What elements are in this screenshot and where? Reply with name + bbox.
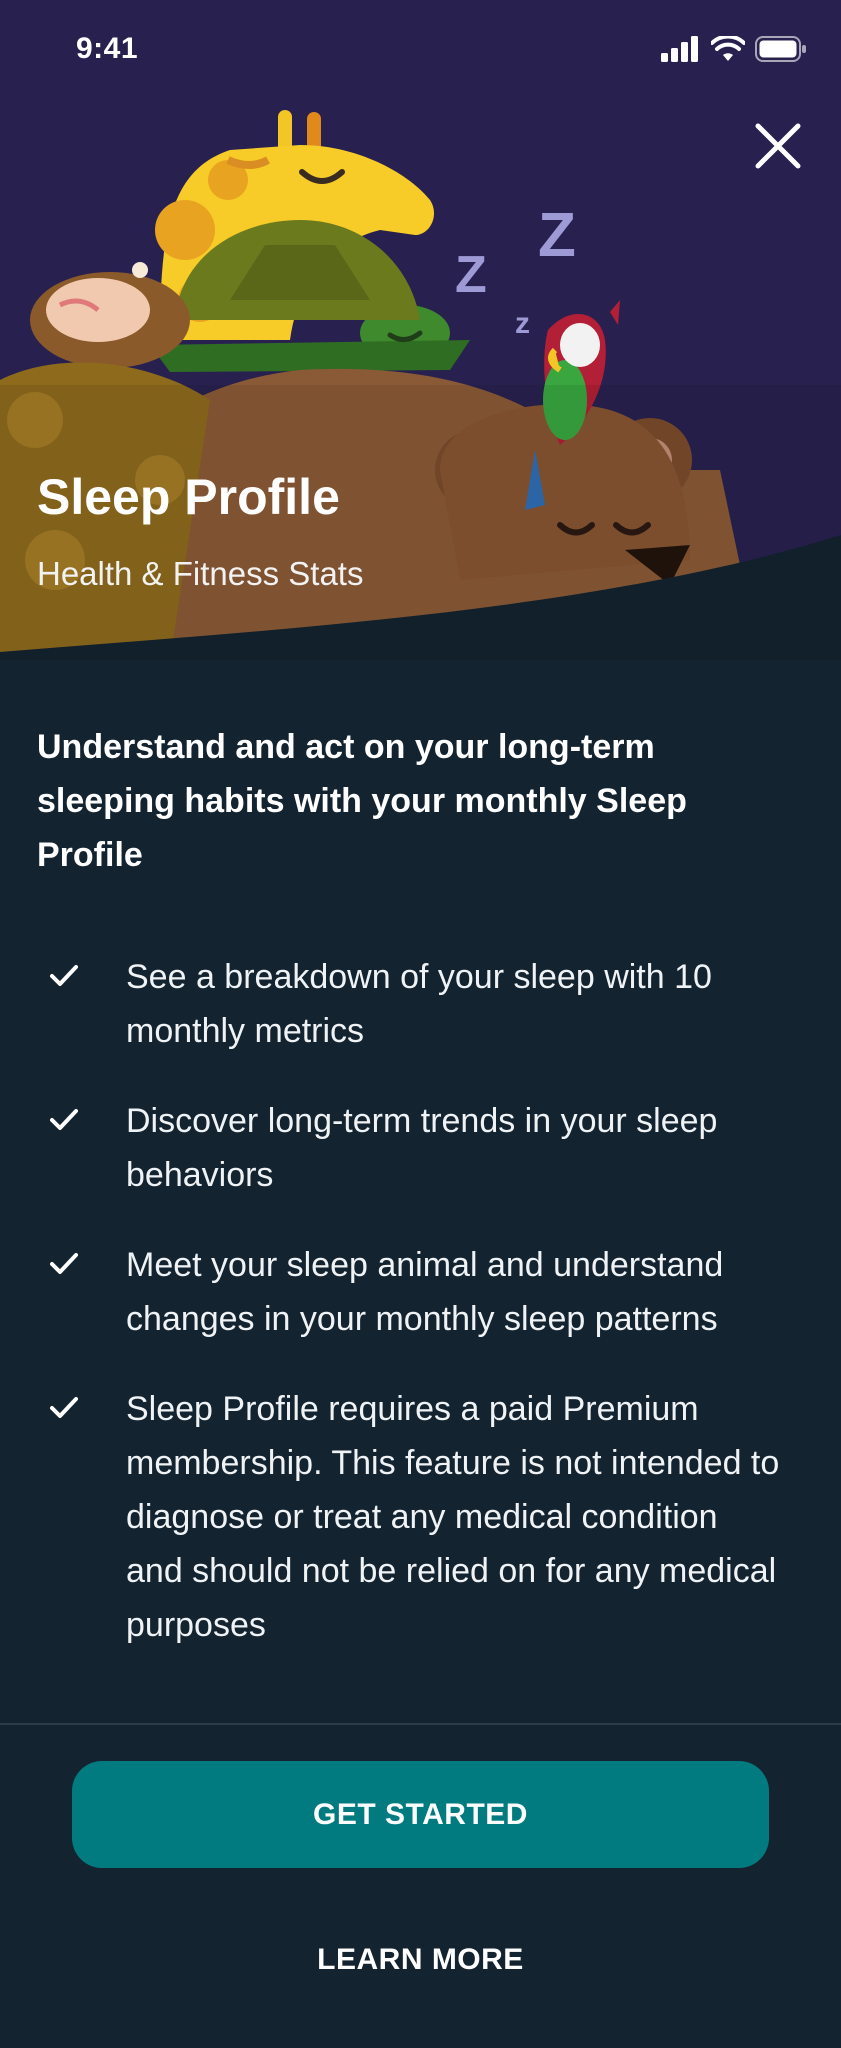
sleep-letter-large: Z bbox=[538, 201, 576, 270]
wifi-icon bbox=[711, 36, 745, 61]
learn-more-button[interactable]: LEARN MORE bbox=[220, 1930, 621, 1990]
checkmark-icon bbox=[50, 1397, 78, 1418]
sleep-letter-small: z bbox=[515, 307, 530, 340]
checkmark-icon bbox=[50, 1109, 78, 1130]
intro-text: Understand and act on your long-term sle… bbox=[37, 728, 687, 874]
close-icon bbox=[755, 123, 801, 169]
checkmark-icon bbox=[50, 965, 78, 986]
sleep-letter-medium: Z bbox=[455, 246, 487, 304]
page-title: Sleep Profile bbox=[37, 469, 340, 525]
cellular-signal-icon bbox=[661, 36, 698, 62]
get-started-button[interactable]: GET STARTED bbox=[72, 1761, 769, 1868]
checkmark-icon bbox=[50, 1253, 78, 1274]
feature-item-metrics: See a breakdown of your sleep with 10 mo… bbox=[0, 950, 841, 1058]
sleep-profile-screen: Z Z z 9:41 Sleep Profile Health & Fitnes… bbox=[0, 0, 841, 2048]
feature-item-trends: Discover long-term trends in your sleep … bbox=[0, 1094, 841, 1202]
feature-item-premium-disclaimer: Sleep Profile requires a paid Premium me… bbox=[0, 1382, 841, 1652]
battery-icon bbox=[755, 36, 806, 62]
feature-text: Sleep Profile requires a paid Premium me… bbox=[126, 1390, 780, 1644]
status-icons bbox=[661, 36, 807, 62]
feature-text: Meet your sleep animal and understand ch… bbox=[126, 1246, 724, 1338]
feature-list: See a breakdown of your sleep with 10 mo… bbox=[0, 950, 841, 1688]
status-bar: 9:41 bbox=[0, 0, 841, 100]
feature-item-sleep-animal: Meet your sleep animal and understand ch… bbox=[0, 1238, 841, 1346]
divider bbox=[0, 1723, 841, 1725]
hero-header: Z Z z 9:41 Sleep Profile Health & Fitnes… bbox=[0, 0, 841, 660]
page-subtitle: Health & Fitness Stats bbox=[37, 555, 364, 592]
feature-text: See a breakdown of your sleep with 10 mo… bbox=[126, 958, 712, 1050]
status-time: 9:41 bbox=[76, 32, 139, 65]
close-button[interactable] bbox=[750, 118, 806, 174]
feature-text: Discover long-term trends in your sleep … bbox=[126, 1102, 718, 1194]
